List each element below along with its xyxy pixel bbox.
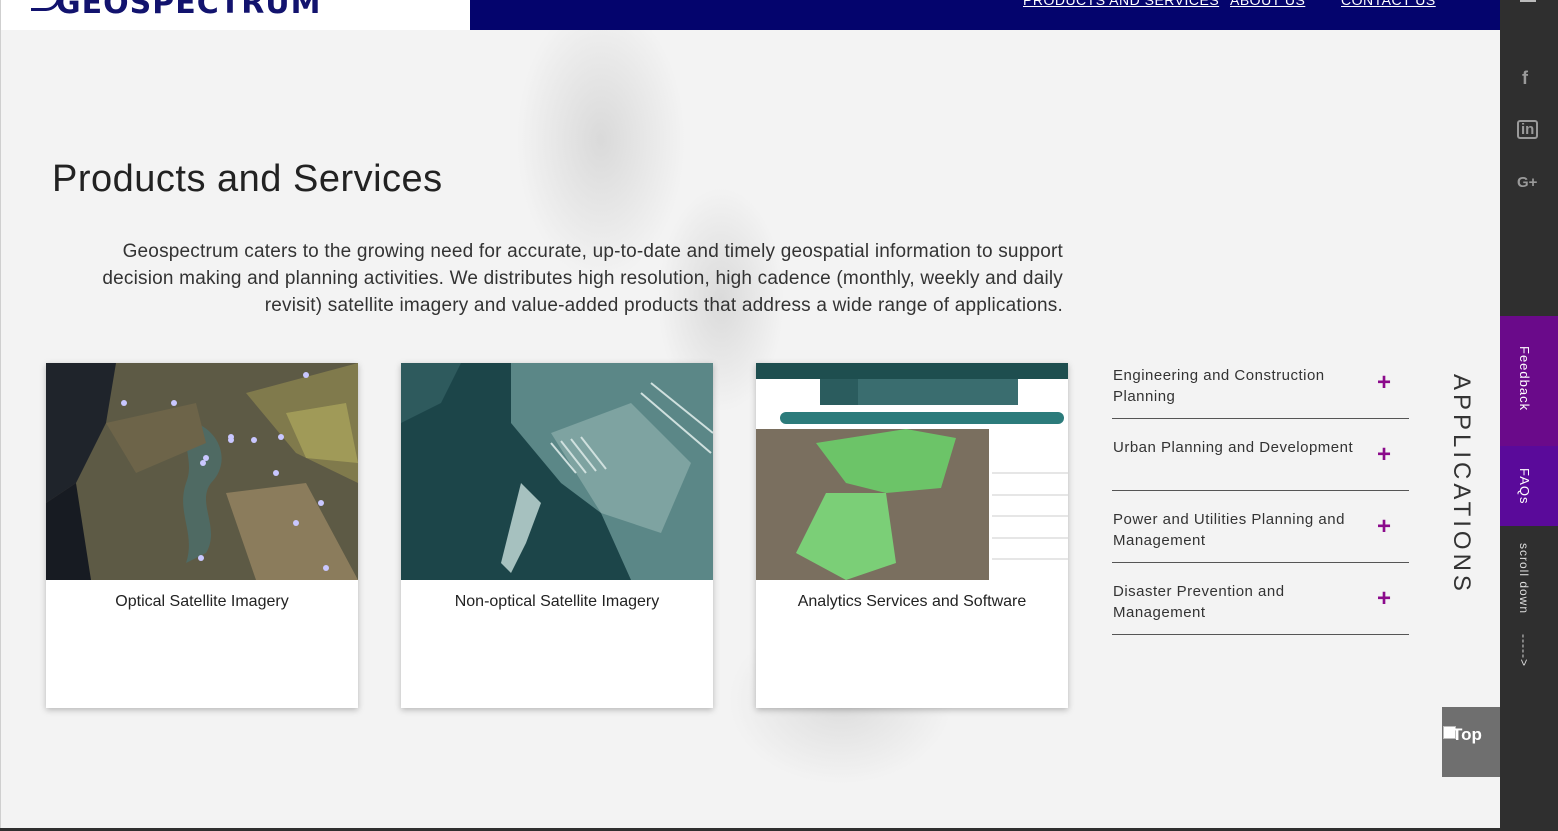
expand-plus-icon[interactable]: + bbox=[1377, 443, 1391, 467]
application-item-urban-planning[interactable]: Urban Planning and Development + bbox=[1112, 437, 1409, 491]
expand-plus-icon[interactable]: + bbox=[1377, 587, 1391, 611]
expand-plus-icon[interactable]: + bbox=[1377, 515, 1391, 539]
card-non-optical-satellite-imagery[interactable]: Non-optical Satellite Imagery bbox=[401, 363, 713, 708]
applications-list: Engineering and Construction Planning + … bbox=[1112, 365, 1409, 653]
nav-about-us[interactable]: ABOUT US bbox=[1230, 0, 1305, 8]
page-title: Products and Services bbox=[52, 158, 443, 200]
non-optical-satellite-image bbox=[401, 363, 713, 580]
expand-plus-icon[interactable]: + bbox=[1377, 371, 1391, 395]
card-optical-satellite-imagery[interactable]: Optical Satellite Imagery bbox=[46, 363, 358, 708]
logo-area[interactable]: GEOSPECTRUM bbox=[1, 0, 470, 30]
faqs-label: FAQs bbox=[1517, 468, 1532, 505]
application-label: Urban Planning and Development bbox=[1113, 439, 1354, 456]
feedback-tab[interactable]: Feedback bbox=[1500, 316, 1558, 446]
card-label: Analytics Services and Software bbox=[797, 593, 1027, 610]
top-button-label: Top bbox=[1452, 725, 1482, 744]
applications-heading: APPLICATIONS bbox=[1448, 374, 1475, 595]
application-item-engineering[interactable]: Engineering and Construction Planning + bbox=[1112, 365, 1409, 419]
nav-products-and-services[interactable]: PRODUCTS AND SERVICES bbox=[1023, 0, 1219, 8]
optical-satellite-image bbox=[46, 363, 358, 580]
logo-text: GEOSPECTRUM bbox=[56, 0, 322, 21]
scroll-down-arrow-icon: -----> bbox=[1517, 634, 1531, 667]
intro-paragraph: Geospectrum caters to the growing need f… bbox=[102, 241, 1063, 316]
non-optical-satellite-image-svg bbox=[401, 363, 713, 580]
linkedin-icon[interactable]: in bbox=[1517, 120, 1539, 139]
back-to-top-button[interactable]: Top bbox=[1442, 707, 1501, 777]
card-analytics-services-and-software[interactable]: Analytics Services and Software bbox=[756, 363, 1068, 708]
hamburger-icon[interactable] bbox=[1520, 0, 1536, 2]
nav-contact-us[interactable]: CONTACT US bbox=[1341, 0, 1436, 8]
top-nav: PRODUCTS AND SERVICES ABOUT US CONTACT U… bbox=[470, 0, 1501, 30]
application-label: Disaster Prevention and Management bbox=[1113, 583, 1285, 621]
optical-satellite-image-svg bbox=[46, 363, 358, 580]
application-item-disaster-prevention[interactable]: Disaster Prevention and Management + bbox=[1112, 581, 1409, 635]
card-label: Non-optical Satellite Imagery bbox=[454, 593, 660, 610]
application-label: Engineering and Construction Planning bbox=[1113, 367, 1325, 405]
google-plus-icon[interactable]: G+ bbox=[1517, 174, 1537, 191]
facebook-icon[interactable]: f bbox=[1522, 68, 1528, 89]
right-social-rail: f in G+ Feedback FAQs scroll down -----> bbox=[1500, 0, 1558, 831]
feedback-label: Feedback bbox=[1517, 346, 1532, 412]
card-label: Optical Satellite Imagery bbox=[115, 593, 289, 610]
application-item-power-utilities[interactable]: Power and Utilities Planning and Managem… bbox=[1112, 509, 1409, 563]
scroll-down-label[interactable]: scroll down bbox=[1517, 543, 1531, 614]
analytics-software-screenshot-svg bbox=[756, 363, 1068, 580]
faqs-tab[interactable]: FAQs bbox=[1500, 446, 1558, 526]
analytics-software-screenshot bbox=[756, 363, 1068, 580]
page: GEOSPECTRUM PRODUCTS AND SERVICES ABOUT … bbox=[0, 0, 1501, 828]
application-label: Power and Utilities Planning and Managem… bbox=[1113, 511, 1345, 549]
